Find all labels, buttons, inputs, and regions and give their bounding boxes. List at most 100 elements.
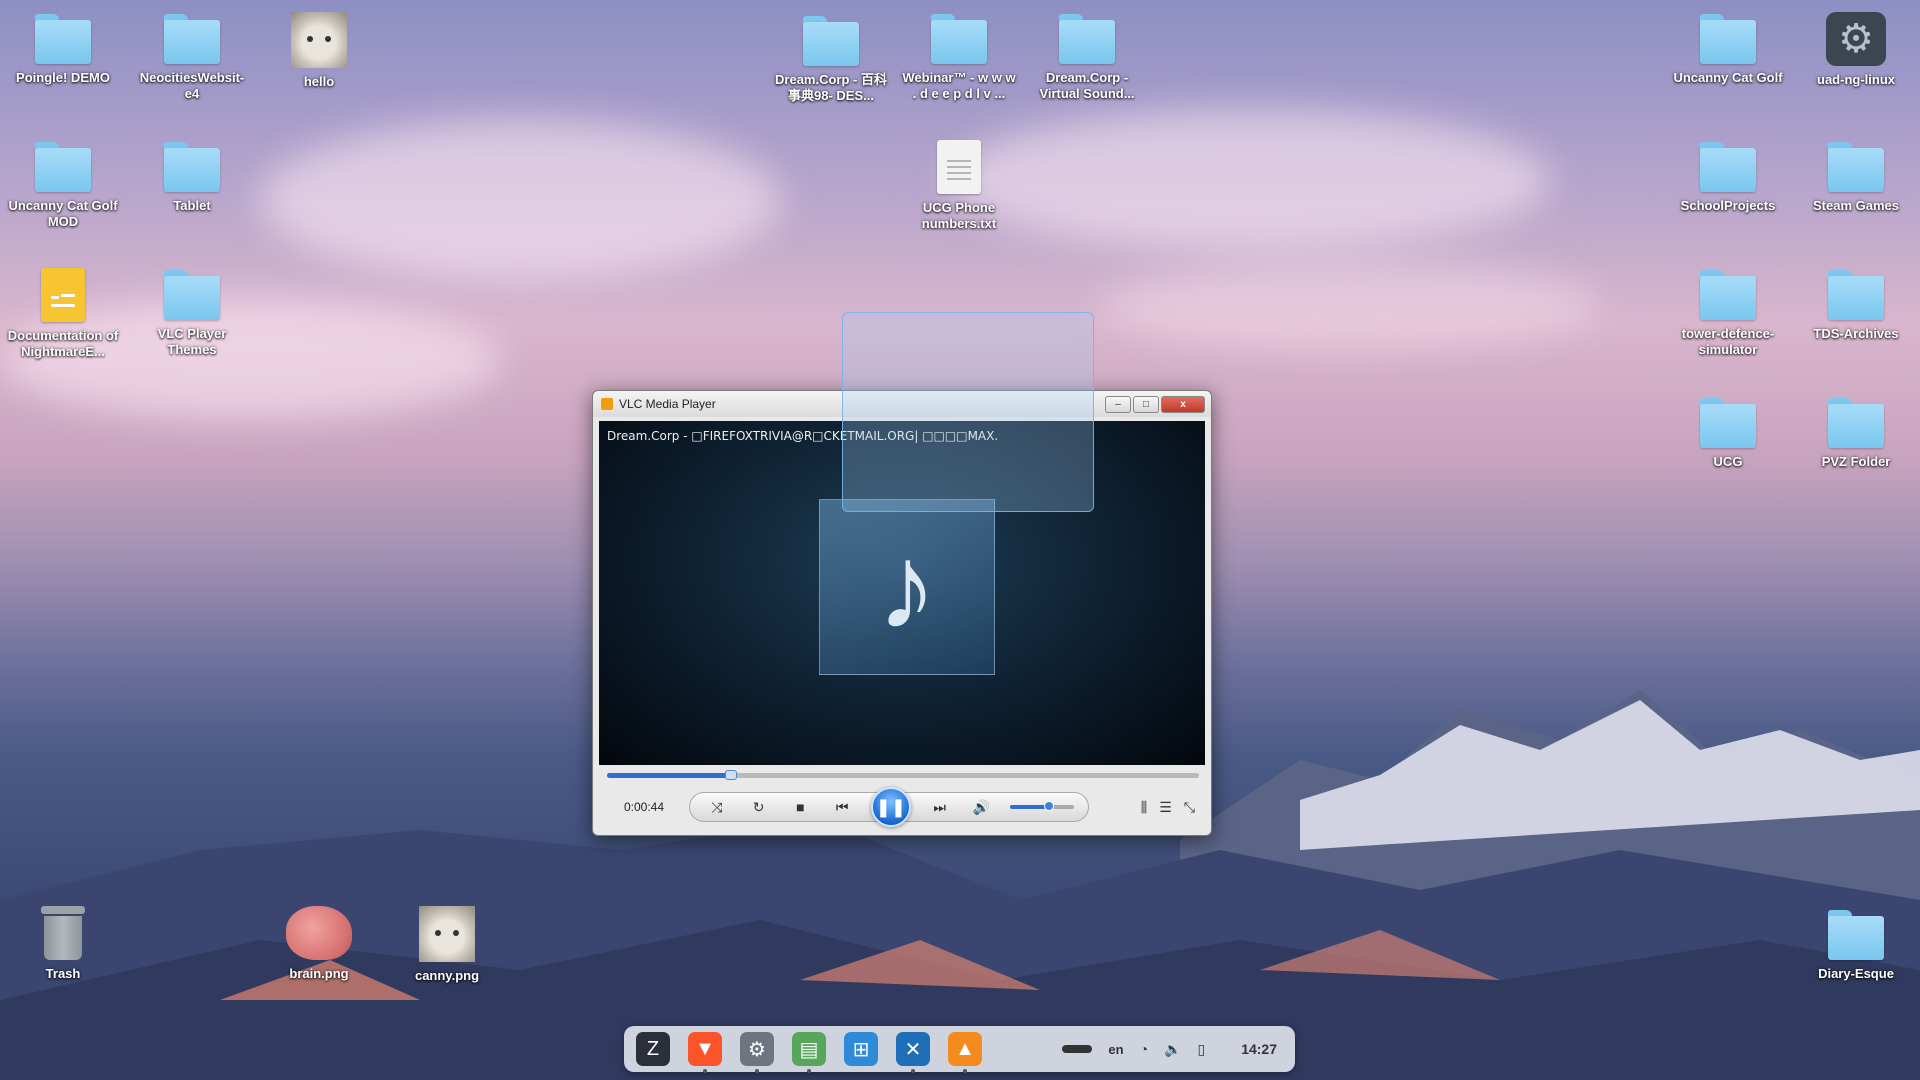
- desktop-icon-uncanny-cat-golf-mod[interactable]: Uncanny Cat Golf MOD: [4, 142, 122, 230]
- previous-icon[interactable]: ⏮: [829, 799, 855, 816]
- window-title: VLC Media Player: [619, 397, 716, 411]
- desktop-icon-label: Poingle! DEMO: [16, 70, 110, 85]
- desktop-icon-dream-corp-des[interactable]: Dream.Corp - 百科事典98- DES...: [772, 16, 890, 104]
- desktop-icon-pvz-folder[interactable]: PVZ Folder: [1797, 398, 1915, 470]
- desktop-icon-label: tower-defence-simulator: [1681, 326, 1775, 357]
- seek-handle[interactable]: [725, 770, 738, 780]
- shuffle-icon[interactable]: ⤨: [704, 799, 730, 816]
- clock[interactable]: 14:27: [1241, 1041, 1277, 1057]
- folder-icon: [1700, 14, 1756, 64]
- brain-image-icon: [286, 906, 352, 960]
- desktop-icon-uncanny-cat-golf[interactable]: Uncanny Cat Golf: [1669, 14, 1787, 86]
- desktop-icon-label: Diary-Esque: [1818, 966, 1894, 981]
- desktop-icon-label: SchoolProjects: [1680, 198, 1776, 213]
- desktop-icon-uad-ng-linux[interactable]: ⚙ uad-ng-linux: [1797, 12, 1915, 88]
- battery-icon[interactable]: ▯: [1197, 1041, 1205, 1058]
- text-file-icon: [937, 140, 981, 194]
- playlist-icon[interactable]: ☰: [1159, 799, 1172, 816]
- desktop-icon-vlc-player-themes[interactable]: VLC Player Themes: [133, 270, 251, 358]
- desktop-icon-tower-defence-simulator[interactable]: tower-defence-simulator: [1669, 270, 1787, 358]
- desktop-icon-ucg[interactable]: UCG: [1669, 398, 1787, 470]
- desktop-icon-school-projects[interactable]: SchoolProjects: [1669, 142, 1787, 214]
- taskbar: Z ▼ ⚙ ▤ ⊞ ✕ ▲ en ◔ 🔈 ▯ 14:27: [624, 1026, 1295, 1073]
- desktop-icon-label: Uncanny Cat Golf MOD: [8, 198, 118, 229]
- folder-icon: [1700, 398, 1756, 448]
- desktop-icon-neocities[interactable]: NeocitiesWebsit-e4: [133, 14, 251, 102]
- desktop-icon-ucg-phone-numbers[interactable]: UCG Phone numbers.txt: [900, 140, 1018, 232]
- desktop-icon-diary-esque[interactable]: Diary-Esque: [1797, 910, 1915, 982]
- files-icon[interactable]: ▤: [792, 1032, 826, 1073]
- desktop-icon-label: VLC Player Themes: [157, 326, 227, 357]
- desktop-icon-trash[interactable]: Trash: [4, 906, 122, 982]
- folder-icon: [931, 14, 987, 64]
- stop-icon[interactable]: ■: [787, 799, 813, 815]
- desktop-icon-brain-png[interactable]: brain.png: [260, 906, 378, 982]
- equalizer-icon[interactable]: ⫼: [1141, 799, 1147, 816]
- desktop-icon-documentation[interactable]: Documentation of NightmareE...: [4, 268, 122, 360]
- volume-slider[interactable]: [1010, 801, 1075, 811]
- desktop-icon-label: Steam Games: [1813, 198, 1899, 213]
- minimize-button[interactable]: –: [1105, 395, 1131, 413]
- seek-bar-fill: [607, 773, 732, 778]
- folder-icon: [1828, 398, 1884, 448]
- vscode-icon[interactable]: ✕: [896, 1032, 930, 1073]
- gear-icon: ⚙: [1826, 12, 1886, 66]
- desktop-icon-tds-archives[interactable]: TDS-Archives: [1797, 270, 1915, 342]
- desktop-icon-webinar[interactable]: Webinar™ - w w w . d e e p d l v ...: [900, 14, 1018, 102]
- desktop-icon-poingle-demo[interactable]: Poingle! DEMO: [4, 14, 122, 86]
- wifi-icon[interactable]: ◔: [1140, 1041, 1148, 1057]
- playback-controls: 0:00:44 ⤨ ↻ ■ ⏮ ❚❚ ⏭ 🔊 ⫼ ☰ ⤡: [599, 783, 1205, 831]
- folder-icon: [164, 14, 220, 64]
- fullscreen-icon[interactable]: ⤡: [1184, 799, 1195, 816]
- pause-icon[interactable]: ❚❚: [870, 787, 911, 827]
- folder-icon: [1828, 910, 1884, 960]
- trash-icon: [39, 906, 87, 960]
- desktop-icon-dream-corp-virtual-sound[interactable]: Dream.Corp - Virtual Sound...: [1028, 14, 1146, 102]
- desktop-icon-steam-games[interactable]: Steam Games: [1797, 142, 1915, 214]
- desktop-icon-label: Tablet: [173, 198, 211, 213]
- close-button[interactable]: x: [1161, 395, 1205, 413]
- desktop-icon-label: NeocitiesWebsit-e4: [139, 70, 245, 101]
- folder-icon: [35, 142, 91, 192]
- folder-icon: [1059, 14, 1115, 64]
- desktop-icon-hello[interactable]: hello: [260, 12, 378, 90]
- desktop-icon-label: PVZ Folder: [1821, 454, 1891, 469]
- brave-browser-icon[interactable]: ▼: [688, 1032, 722, 1073]
- elapsed-time: 0:00:44: [623, 800, 665, 814]
- folder-icon: [1700, 142, 1756, 192]
- desktop-icon-label: brain.png: [289, 966, 349, 981]
- maximize-button[interactable]: □: [1133, 395, 1159, 413]
- volume-handle[interactable]: [1043, 801, 1054, 811]
- desktop-icon-label: Webinar™ - w w w . d e e p d l v ...: [902, 70, 1016, 101]
- desktop-icon-label: Dream.Corp - Virtual Sound...: [1039, 70, 1135, 101]
- next-icon[interactable]: ⏭: [927, 799, 953, 816]
- desktop-icon-label: uad-ng-linux: [1817, 72, 1895, 87]
- loop-icon[interactable]: ↻: [746, 799, 772, 816]
- desktop-icon-label: Trash: [45, 966, 81, 981]
- control-bar: ⤨ ↻ ■ ⏮ ❚❚ ⏭ 🔊: [689, 787, 1089, 827]
- language-indicator[interactable]: en: [1108, 1042, 1123, 1057]
- volume-icon[interactable]: 🔊: [968, 799, 994, 816]
- desktop-icon-label: canny.png: [414, 968, 480, 983]
- desktop-icon-canny-png[interactable]: canny.png: [388, 906, 506, 984]
- volume-tray-icon[interactable]: 🔈: [1164, 1041, 1181, 1058]
- desktop-icon-tablet[interactable]: Tablet: [133, 142, 251, 214]
- desktop-icon-label: hello: [303, 74, 335, 89]
- workspace-indicator[interactable]: [1062, 1045, 1093, 1053]
- system-tray: en ◔ 🔈 ▯ 14:27: [1062, 1041, 1283, 1058]
- seek-bar[interactable]: [607, 770, 1199, 780]
- cat-image-icon: [419, 906, 475, 962]
- folder-icon: [1700, 270, 1756, 320]
- desktop-icon-label: Uncanny Cat Golf: [1673, 70, 1783, 85]
- zorin-menu-icon[interactable]: Z: [636, 1032, 670, 1066]
- folder-icon: [35, 14, 91, 64]
- folder-icon: [164, 270, 220, 320]
- vlc-icon[interactable]: ▲: [948, 1032, 982, 1073]
- software-store-icon[interactable]: ⊞: [844, 1032, 878, 1066]
- desktop-icon-label: UCG: [1713, 454, 1743, 469]
- desktop-icon-label: Dream.Corp - 百科事典98- DES...: [775, 72, 887, 103]
- folder-icon: [1828, 270, 1884, 320]
- desktop-icon-label: TDS-Archives: [1813, 326, 1899, 341]
- document-icon: [41, 268, 85, 322]
- settings-icon[interactable]: ⚙: [740, 1032, 774, 1073]
